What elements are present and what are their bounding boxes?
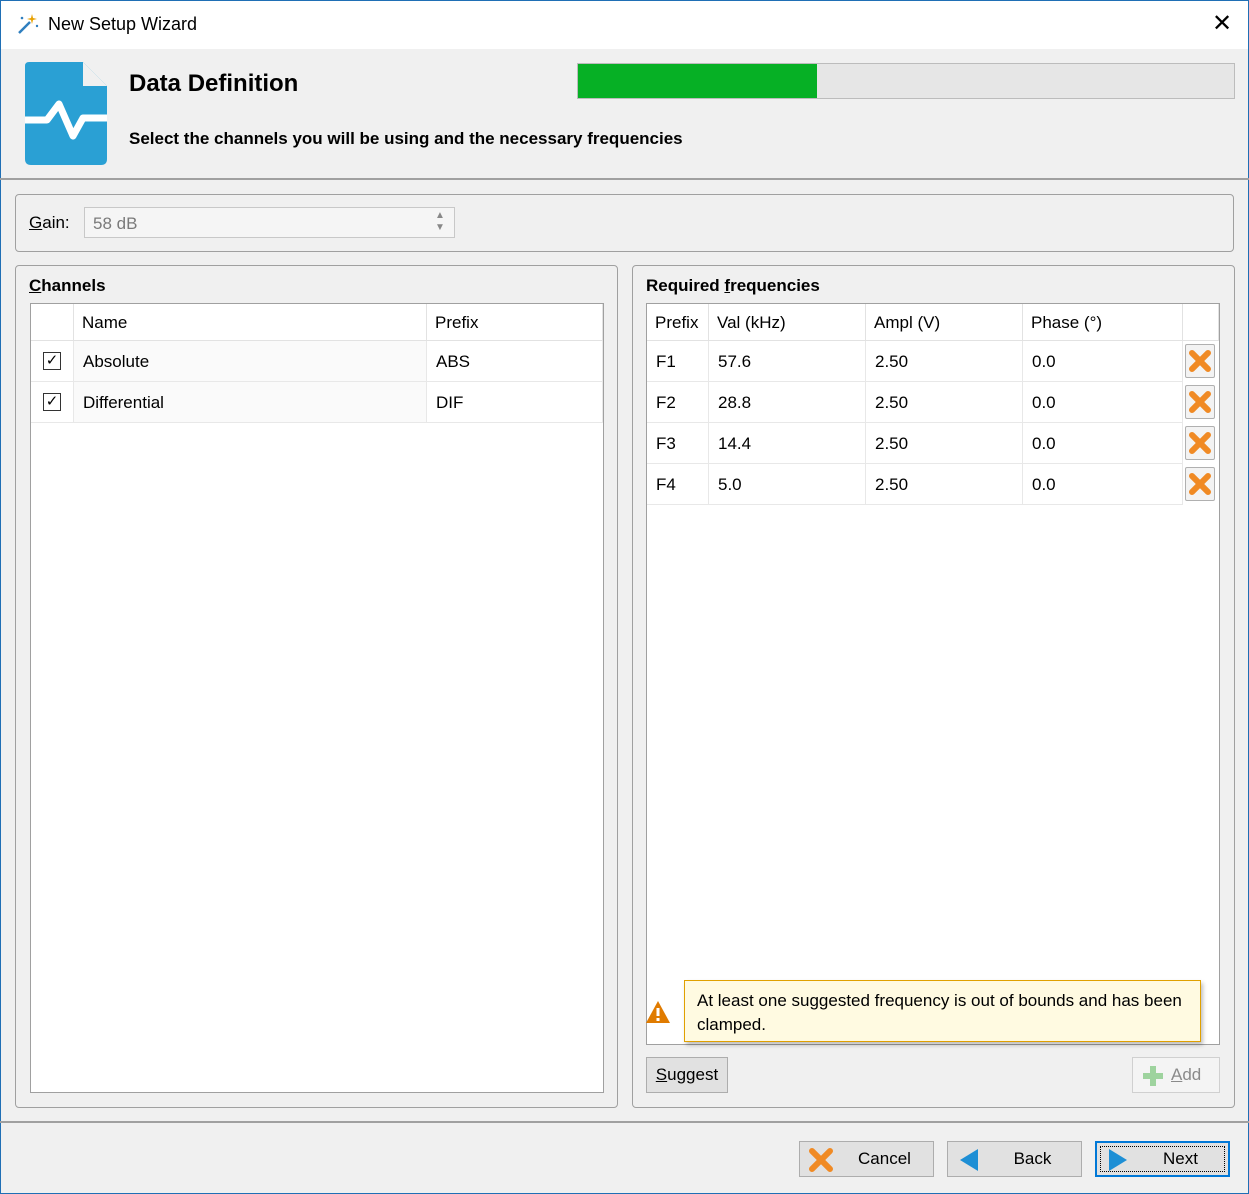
column-header-check — [31, 304, 74, 341]
channel-checkbox[interactable]: ✓ — [43, 352, 61, 370]
freq-value[interactable]: 57.6 — [709, 341, 866, 382]
warning-icon — [646, 1001, 670, 1023]
page-subtitle: Select the channels you will be using an… — [129, 129, 683, 148]
freq-phase[interactable]: 0.0 — [1023, 382, 1183, 423]
freq-value[interactable]: 5.0 — [709, 464, 866, 505]
page-title: Data Definition — [129, 70, 299, 97]
delete-frequency-button[interactable] — [1185, 426, 1215, 460]
freq-prefix[interactable]: F1 — [647, 341, 709, 382]
column-header-actions — [1183, 304, 1219, 341]
magic-wand-icon — [18, 14, 39, 34]
freq-amplitude[interactable]: 2.50 — [866, 464, 1023, 505]
freq-amplitude[interactable]: 2.50 — [866, 423, 1023, 464]
table-row[interactable]: F2 28.8 2.50 0.0 — [647, 382, 1219, 423]
channel-name[interactable]: Differential — [74, 382, 427, 423]
channel-prefix[interactable]: ABS — [427, 341, 603, 382]
freq-amplitude[interactable]: 2.50 — [866, 382, 1023, 423]
waveform-document-icon — [25, 62, 107, 165]
channels-table: Name Prefix ✓ Absolute ABS ✓ Differential DIF — [30, 303, 604, 1093]
next-label: Next — [1163, 1149, 1198, 1168]
cancel-x-icon — [809, 1148, 833, 1172]
delete-frequency-button[interactable] — [1185, 467, 1215, 501]
gain-label: Gain: — [29, 213, 70, 232]
check-cell: ✓ — [31, 341, 74, 382]
suggest-button[interactable]: Suggest — [646, 1057, 728, 1093]
frequencies-table: Prefix Val (kHz) Ampl (V) Phase (°) F1 57… — [646, 303, 1220, 1045]
freq-phase[interactable]: 0.0 — [1023, 423, 1183, 464]
column-header-ampl[interactable]: Ampl (V) — [866, 304, 1023, 341]
table-row[interactable]: F1 57.6 2.50 0.0 — [647, 341, 1219, 382]
cancel-button[interactable]: Cancel — [799, 1141, 934, 1177]
table-row[interactable]: ✓ Absolute ABS — [31, 341, 603, 382]
window-title: New Setup Wizard — [48, 14, 198, 34]
plus-icon — [1143, 1066, 1163, 1086]
table-row[interactable]: F3 14.4 2.50 0.0 — [647, 423, 1219, 464]
warning-tooltip: At least one suggested frequency is out … — [684, 980, 1201, 1042]
delete-x-icon — [1189, 473, 1211, 495]
progress-fill — [578, 64, 818, 98]
freq-prefix[interactable]: F3 — [647, 423, 709, 464]
freq-amplitude[interactable]: 2.50 — [866, 341, 1023, 382]
close-button[interactable]: ✕ — [1200, 6, 1244, 42]
header-divider — [0, 178, 1249, 180]
channel-checkbox[interactable]: ✓ — [43, 393, 61, 411]
delete-x-icon — [1189, 391, 1211, 413]
delete-frequency-button[interactable] — [1185, 344, 1215, 378]
cancel-label: Cancel — [858, 1149, 911, 1168]
add-button[interactable]: Add — [1132, 1057, 1220, 1093]
back-label: Back — [1013, 1149, 1052, 1168]
freq-value[interactable]: 14.4 — [709, 423, 866, 464]
column-header-val[interactable]: Val (kHz) — [709, 304, 866, 341]
column-header-phase[interactable]: Phase (°) — [1023, 304, 1183, 341]
channel-prefix[interactable]: DIF — [427, 382, 603, 423]
spinner-arrows-icon[interactable]: ▲ ▼ — [431, 210, 449, 234]
channels-title: Channels — [29, 276, 106, 295]
gain-spinbox[interactable]: 58 dB — [84, 207, 455, 238]
freq-prefix[interactable]: F2 — [647, 382, 709, 423]
channel-name[interactable]: Absolute — [74, 341, 427, 382]
delete-x-icon — [1189, 432, 1211, 454]
freq-phase[interactable]: 0.0 — [1023, 341, 1183, 382]
table-row[interactable]: ✓ Differential DIF — [31, 382, 603, 423]
check-cell: ✓ — [31, 382, 74, 423]
freq-prefix[interactable]: F4 — [647, 464, 709, 505]
back-arrow-icon — [960, 1149, 978, 1171]
column-header-name[interactable]: Name — [74, 304, 427, 341]
freq-value[interactable]: 28.8 — [709, 382, 866, 423]
frequencies-title: Required frequencies — [646, 276, 820, 295]
delete-x-icon — [1189, 350, 1211, 372]
column-header-prefix[interactable]: Prefix — [647, 304, 709, 341]
table-row[interactable]: F4 5.0 2.50 0.0 — [647, 464, 1219, 505]
next-arrow-icon — [1109, 1149, 1127, 1171]
freq-phase[interactable]: 0.0 — [1023, 464, 1183, 505]
footer-divider — [0, 1121, 1249, 1123]
column-header-prefix[interactable]: Prefix — [427, 304, 603, 341]
back-button[interactable]: Back — [947, 1141, 1082, 1177]
wizard-progress-bar — [577, 63, 1235, 99]
next-button[interactable]: Next — [1095, 1141, 1230, 1177]
delete-frequency-button[interactable] — [1185, 385, 1215, 419]
